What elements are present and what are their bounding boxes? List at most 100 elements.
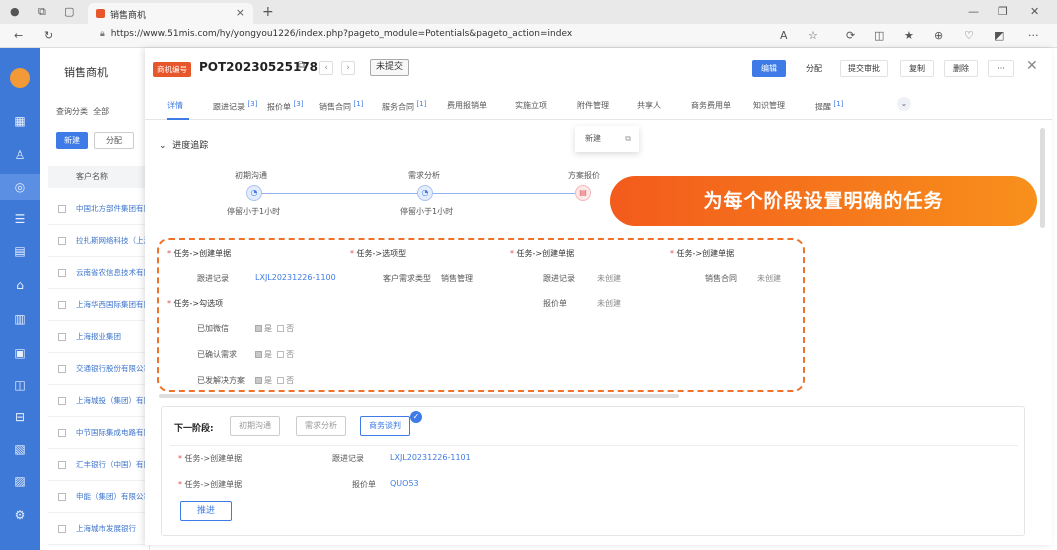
list-item[interactable]: 云南省农信息技术有限 xyxy=(48,257,150,289)
list-item[interactable]: 申能（集团）有限公司 xyxy=(48,481,150,513)
profile-icon[interactable]: ● xyxy=(10,0,20,24)
vertical-scrollbar[interactable] xyxy=(1040,128,1045,228)
assign-detail-button[interactable]: 分配 xyxy=(797,60,831,77)
list-item[interactable]: 中国北方部件集团有限公司 xyxy=(48,193,150,225)
progress-section-title[interactable]: ⌄ 进度追踪 xyxy=(159,138,208,151)
inbox-icon[interactable]: ☰ xyxy=(0,212,40,226)
url-field[interactable]: 🔒︎ https://www.51mis.com/hy/yongyou1226/i… xyxy=(100,29,572,39)
yes-no-toggle[interactable]: 是 否 xyxy=(255,323,294,334)
stage-dot-icon[interactable]: ◔ xyxy=(246,185,262,201)
copilot-icon[interactable]: ◩ xyxy=(994,24,1004,48)
tabs-expand-icon[interactable]: ⌄ xyxy=(897,97,911,111)
advance-button[interactable]: 推进 xyxy=(180,501,232,521)
yes-no-toggle[interactable]: 是 否 xyxy=(255,349,294,360)
checkbox-no[interactable] xyxy=(277,325,285,332)
task-value[interactable]: 未创建 xyxy=(757,273,781,284)
collections-bar-icon[interactable]: ⊕ xyxy=(934,24,943,48)
browser-essentials-icon[interactable]: ♡ xyxy=(964,24,974,48)
extensions-icon[interactable]: ⟳ xyxy=(846,24,855,48)
cart-icon[interactable]: ⌂ xyxy=(0,278,40,292)
home-icon[interactable]: ▦ xyxy=(0,114,40,128)
settings-more-icon[interactable]: ··· xyxy=(1028,24,1039,48)
list-item[interactable]: 拉扎斯网络科技（上海） xyxy=(48,225,150,257)
copy-button[interactable]: 复制 xyxy=(900,60,934,77)
refresh-icon[interactable]: ↻ xyxy=(44,24,53,48)
close-tab-button[interactable]: × xyxy=(236,6,245,19)
next-task-link[interactable]: QUO53 xyxy=(390,479,419,488)
checkbox-yes[interactable] xyxy=(255,351,262,358)
task-value[interactable]: 未创建 xyxy=(597,298,621,309)
list-item[interactable]: 上海华西国际集团有限 xyxy=(48,289,150,321)
tab-actions-icon[interactable]: ▢ xyxy=(64,0,74,24)
row-checkbox[interactable] xyxy=(58,365,66,373)
open-external-icon[interactable]: ⧉ xyxy=(625,126,631,152)
close-panel-icon[interactable]: ✕ xyxy=(1026,58,1038,74)
calendar-icon[interactable]: ▤ xyxy=(0,244,40,258)
stage-current-icon[interactable]: ▤ xyxy=(575,185,591,201)
settings-icon[interactable]: ⚙ xyxy=(0,508,40,522)
tab-item[interactable]: 报价单 [3] xyxy=(267,100,303,113)
list-item[interactable]: 上海城市发展银行 xyxy=(48,513,150,545)
browser-tab[interactable]: 销售商机 × xyxy=(88,3,253,24)
lock-icon[interactable]: ⊟ xyxy=(0,410,40,424)
row-checkbox[interactable] xyxy=(58,205,66,213)
next-stage-option[interactable]: 需求分析 xyxy=(296,416,346,436)
more-button[interactable]: ··· xyxy=(988,60,1014,77)
tab-item[interactable]: 跟进记录 [3] xyxy=(213,100,257,113)
collections-icon[interactable]: ⧉ xyxy=(38,0,46,24)
minimize-icon[interactable]: — xyxy=(968,0,979,24)
horizontal-scrollbar[interactable] xyxy=(159,394,679,398)
delete-button[interactable]: 删除 xyxy=(944,60,978,77)
close-window-icon[interactable]: ✕ xyxy=(1030,0,1039,24)
task-value[interactable]: 销售管理 xyxy=(441,273,473,284)
users-icon[interactable]: ♙ xyxy=(0,148,40,162)
next-task-link[interactable]: LXJL20231226-1101 xyxy=(390,453,471,462)
row-checkbox[interactable] xyxy=(58,493,66,501)
tab-popup-new[interactable]: 新建 xyxy=(585,134,601,143)
opportunity-icon[interactable]: ◎ xyxy=(0,174,40,200)
row-checkbox[interactable] xyxy=(58,237,66,245)
submit-approval-button[interactable]: 提交审批 xyxy=(840,60,888,77)
next-record-button[interactable]: › xyxy=(341,61,355,75)
stage-dot-icon[interactable]: ◔ xyxy=(417,185,433,201)
row-checkbox[interactable] xyxy=(58,429,66,437)
mail-icon[interactable]: ▧ xyxy=(0,442,40,456)
tab-item[interactable]: 共享人 xyxy=(637,100,661,111)
row-checkbox[interactable] xyxy=(58,333,66,341)
tab-item[interactable]: 服务合同 [1] xyxy=(382,100,426,113)
tab-item[interactable]: 实施立项 xyxy=(515,100,547,111)
store-icon[interactable]: ▥ xyxy=(0,312,40,326)
list-item[interactable]: 上海城投（集团）有限 xyxy=(48,385,150,417)
checkbox-yes[interactable] xyxy=(255,325,262,332)
list-item[interactable]: 上海报业集团 xyxy=(48,321,150,353)
next-stage-option[interactable]: 初期沟通 xyxy=(230,416,280,436)
tab-item[interactable]: 详情 xyxy=(167,100,183,111)
list-item[interactable]: 汇丰银行（中国）有限 xyxy=(48,449,150,481)
list-item[interactable]: 交通银行股份有限公司 xyxy=(48,353,150,385)
checkbox-yes[interactable] xyxy=(255,377,262,384)
task-link[interactable]: LXJL20231226-1100 xyxy=(255,273,336,282)
back-icon[interactable]: ← xyxy=(14,24,23,48)
checkbox-no[interactable] xyxy=(277,377,285,384)
favorites-bar-icon[interactable]: ★ xyxy=(904,24,914,48)
list-item[interactable]: 中节国际集成电路有限 xyxy=(48,417,150,449)
split-screen-icon[interactable]: ◫ xyxy=(874,24,884,48)
tab-item[interactable]: 附件管理 xyxy=(577,100,609,111)
assign-button[interactable]: 分配 xyxy=(94,132,134,149)
favorite-icon[interactable]: ☆ xyxy=(808,24,818,48)
row-checkbox[interactable] xyxy=(58,301,66,309)
task-value[interactable]: 未创建 xyxy=(597,273,621,284)
tab-item[interactable]: 商务费用单 xyxy=(691,100,731,111)
tab-item[interactable]: 知识管理 xyxy=(753,100,785,111)
row-checkbox[interactable] xyxy=(58,269,66,277)
filter-selector[interactable]: 查询分类 全部 xyxy=(56,106,109,117)
prev-record-button[interactable]: ‹ xyxy=(319,61,333,75)
next-stage-option-selected[interactable]: 商务谈判 xyxy=(360,416,410,436)
row-checkbox[interactable] xyxy=(58,461,66,469)
checkbox-no[interactable] xyxy=(277,351,285,358)
tab-item[interactable]: 费用报销单 xyxy=(447,100,487,111)
restore-icon[interactable]: ❐ xyxy=(998,0,1008,24)
read-aloud-icon[interactable]: A xyxy=(780,24,788,48)
row-checkbox[interactable] xyxy=(58,397,66,405)
copy-icon[interactable]: ⧉ xyxy=(298,60,305,71)
